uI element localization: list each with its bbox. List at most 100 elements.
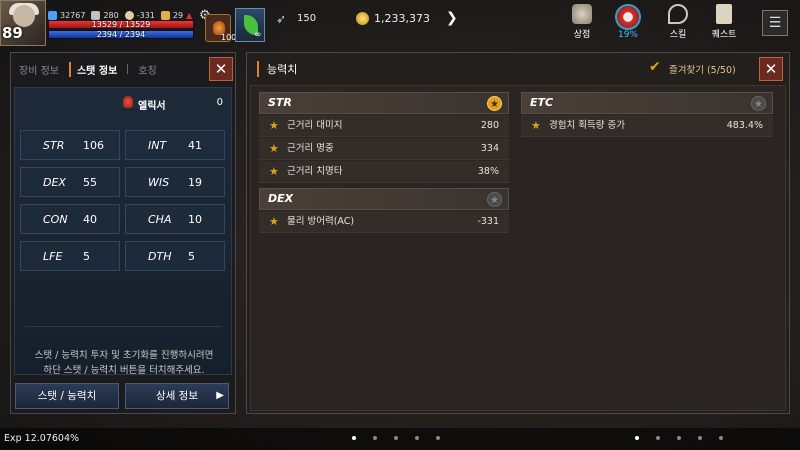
elixir-row: 엘릭서 0 (15, 94, 231, 112)
star-icon[interactable]: ★ (487, 96, 502, 111)
tab-equipment-info[interactable]: 장비 정보 (19, 62, 59, 77)
hint-line: 스탯 / 능력치 투자 및 초기화를 진행하시려면 (34, 350, 214, 361)
stat-con: CON 40 (20, 204, 120, 234)
stat-value: 5 (83, 249, 90, 263)
stat-name: WIS (148, 175, 170, 189)
stat-info-panel: 장비 정보 스탯 정보 호칭 ✕ 엘릭서 0 STR 106 INT 41 DE… (10, 52, 236, 414)
star-icon[interactable]: ★ (269, 115, 279, 137)
mp-bar: 2394 / 2394 (48, 30, 194, 39)
page-indicator-dot (719, 436, 723, 440)
tab-divider (127, 64, 129, 74)
stat-dex: DEX 55 (20, 167, 120, 197)
leaf-count: ∞ (254, 30, 262, 40)
shop-button[interactable]: 상점 (564, 4, 600, 42)
stat-value: 5 (188, 249, 195, 263)
stat-name: INT (148, 138, 167, 152)
quest-button[interactable]: 퀘스트 (706, 4, 742, 42)
trophy-value: 29 (172, 10, 184, 20)
stat-value: 10 (188, 212, 202, 226)
ability-panel: 능력치 ✔ 즐겨찾기 (5/50) ✕ STR ★ ★ 근거리 대미지 280 … (246, 52, 790, 414)
group-name: STR (268, 96, 292, 109)
stat-ability-button[interactable]: 스탯 / 능력치 (15, 383, 119, 409)
star-icon[interactable]: ★ (531, 115, 541, 137)
mp-text: 2394 / 2394 (96, 30, 146, 39)
stat-cha: CHA 10 (125, 204, 225, 234)
chevron-right-icon[interactable]: ❯ (446, 9, 462, 27)
page-indicator-dot (436, 436, 440, 440)
stat-content: 엘릭서 0 STR 106 INT 41 DEX 55 WIS 19 CON 4… (14, 87, 232, 378)
page-indicator-dot (415, 436, 419, 440)
group-name: ETC (530, 96, 554, 109)
tab-stat-info[interactable]: 스탯 정보 (68, 61, 117, 77)
play-arrow-icon: ▶ (216, 390, 224, 401)
close-icon[interactable]: ✕ (209, 57, 233, 81)
page-indicator-dot (373, 436, 377, 440)
quest-label: 퀘스트 (711, 30, 737, 40)
star-icon[interactable]: ★ (269, 161, 279, 183)
star-icon[interactable]: ★ (269, 138, 279, 160)
level-badge: 89 (2, 24, 23, 42)
tab-title[interactable]: 호칭 (138, 62, 156, 77)
ability-value: -331 (477, 216, 499, 227)
ability-name: 근거리 명중 (287, 143, 334, 154)
group-header-str: STR ★ (259, 92, 509, 114)
group-header-etc: ETC ★ (521, 92, 773, 114)
page-indicator-dot (352, 436, 356, 440)
ability-name: 근거리 치명타 (287, 166, 343, 177)
page-indicator-dot (698, 436, 702, 440)
sword-icon (91, 10, 101, 20)
panel-tabs: 장비 정보 스탯 정보 호칭 (11, 53, 207, 85)
stat-int: INT 41 (125, 130, 225, 160)
skill-icon (668, 4, 688, 24)
panel-title: 능력치 (257, 61, 297, 77)
star-icon[interactable]: ★ (751, 96, 766, 111)
ability-row: ★ 물리 방어력(AC) -331 (259, 211, 509, 233)
ability-value: 483.4% (726, 120, 763, 131)
stat-str: STR 106 (20, 130, 120, 160)
power-value: 32767 (60, 10, 86, 20)
feather-icon: ➶ (276, 12, 287, 26)
detail-info-label: 상세 정보 (156, 390, 198, 402)
ability-name: 근거리 대미지 (287, 120, 343, 131)
stat-name: CON (43, 212, 68, 226)
shop-icon (572, 4, 592, 24)
event-button[interactable]: 19% (610, 4, 646, 42)
favorites-label[interactable]: 즐겨찾기 (5/50) (669, 62, 736, 76)
group-name: DEX (268, 192, 294, 205)
event-character-icon (615, 4, 641, 30)
stat-name: STR (43, 138, 65, 152)
ability-row: ★ 근거리 명중 334 (259, 138, 509, 160)
stat-name: CHA (148, 212, 172, 226)
ability-value: 280 (480, 120, 499, 131)
elixir-value: 0 (216, 97, 223, 108)
hp-bar: 13529 / 13529 (48, 20, 194, 29)
elixir-icon (123, 96, 133, 108)
gold-coin-icon (356, 12, 369, 25)
hamburger-menu-icon[interactable]: ☰ (762, 10, 788, 36)
page-indicator-dot (656, 436, 660, 440)
stat-value: 41 (188, 138, 202, 152)
detail-info-button[interactable]: 상세 정보 ▶ (125, 383, 229, 409)
skill-button[interactable]: 스킬 (660, 4, 696, 42)
stat-hint-text: 스탯 / 능력치 투자 및 초기화를 진행하시려면 하단 스탯 / 능력치 버튼… (19, 348, 229, 378)
skill-label: 스킬 (669, 30, 687, 40)
stat-lfe: LFE 5 (20, 241, 120, 271)
shop-label: 상점 (573, 30, 591, 40)
attack-stat: 280 (91, 10, 119, 20)
gold-value: 1,233,373 (374, 12, 430, 25)
exp-label: Exp 12.07604% (4, 433, 80, 444)
stat-value: 19 (188, 175, 202, 189)
checkmark-icon[interactable]: ✔ (649, 59, 661, 75)
star-icon[interactable]: ★ (269, 211, 279, 233)
hp-text: 13529 / 13529 (91, 20, 151, 29)
page-indicator-dot (677, 436, 681, 440)
alert-triangle-icon: ▲ (186, 10, 193, 20)
page-indicator-dot (635, 436, 639, 440)
close-icon[interactable]: ✕ (759, 57, 783, 81)
stat-value: 106 (83, 138, 104, 152)
potion-count: 100 (221, 33, 237, 42)
star-icon[interactable]: ★ (487, 192, 502, 207)
power-icon (48, 10, 57, 20)
ability-name: 물리 방어력(AC) (287, 216, 355, 227)
quest-scroll-icon (716, 4, 732, 24)
